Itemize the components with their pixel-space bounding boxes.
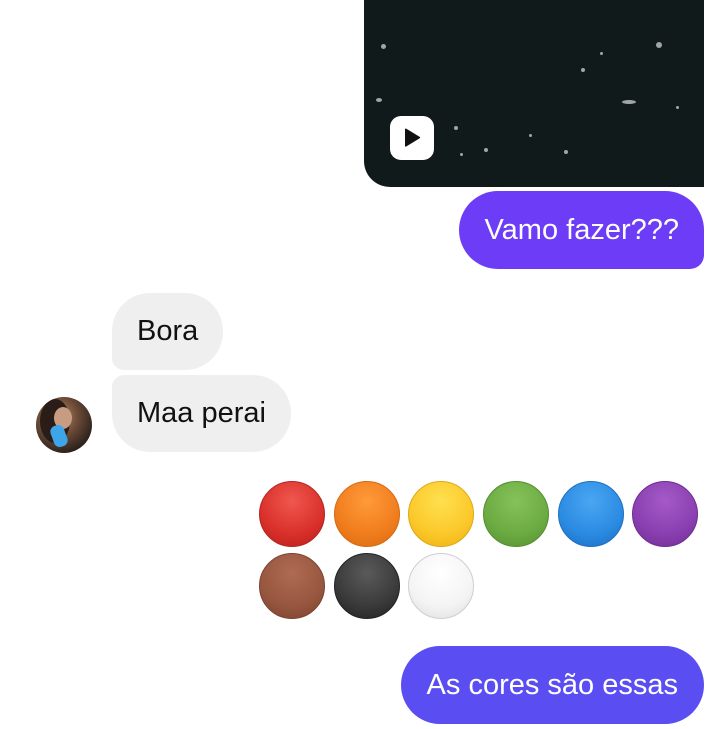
play-icon-glyph <box>405 128 421 147</box>
message-text: As cores são essas <box>426 668 678 701</box>
video-speck <box>656 42 662 48</box>
contact-avatar[interactable] <box>36 397 92 453</box>
color-swatch-green <box>483 481 549 547</box>
color-swatch-brown <box>259 553 325 619</box>
video-speck <box>454 126 458 130</box>
video-speck <box>564 150 568 154</box>
video-speck <box>376 98 382 102</box>
outgoing-message-bubble[interactable]: Vamo fazer??? <box>459 191 704 269</box>
color-swatch-purple <box>632 481 698 547</box>
message-text: Maa perai <box>137 397 266 429</box>
video-speck <box>460 153 463 156</box>
video-speck <box>484 148 488 152</box>
color-swatch-blue <box>558 481 624 547</box>
message-text: Vamo fazer??? <box>484 213 679 246</box>
video-message[interactable] <box>364 0 704 187</box>
video-speck <box>600 52 603 55</box>
color-swatch-black <box>334 553 400 619</box>
color-swatch-orange <box>334 481 400 547</box>
outgoing-message-bubble[interactable]: As cores são essas <box>400 646 704 724</box>
video-speck <box>622 100 636 104</box>
video-speck <box>381 44 386 49</box>
video-speck <box>676 106 679 109</box>
color-swatch-yellow <box>408 481 474 547</box>
video-speck <box>581 68 585 72</box>
incoming-message-bubble[interactable]: Bora <box>112 293 224 370</box>
color-swatch-white <box>408 553 474 619</box>
message-text: Bora <box>137 315 199 347</box>
play-icon[interactable] <box>390 116 434 160</box>
incoming-message-bubble[interactable]: Maa perai <box>112 375 291 452</box>
color-swatch-red <box>259 481 325 547</box>
video-speck <box>529 134 532 137</box>
